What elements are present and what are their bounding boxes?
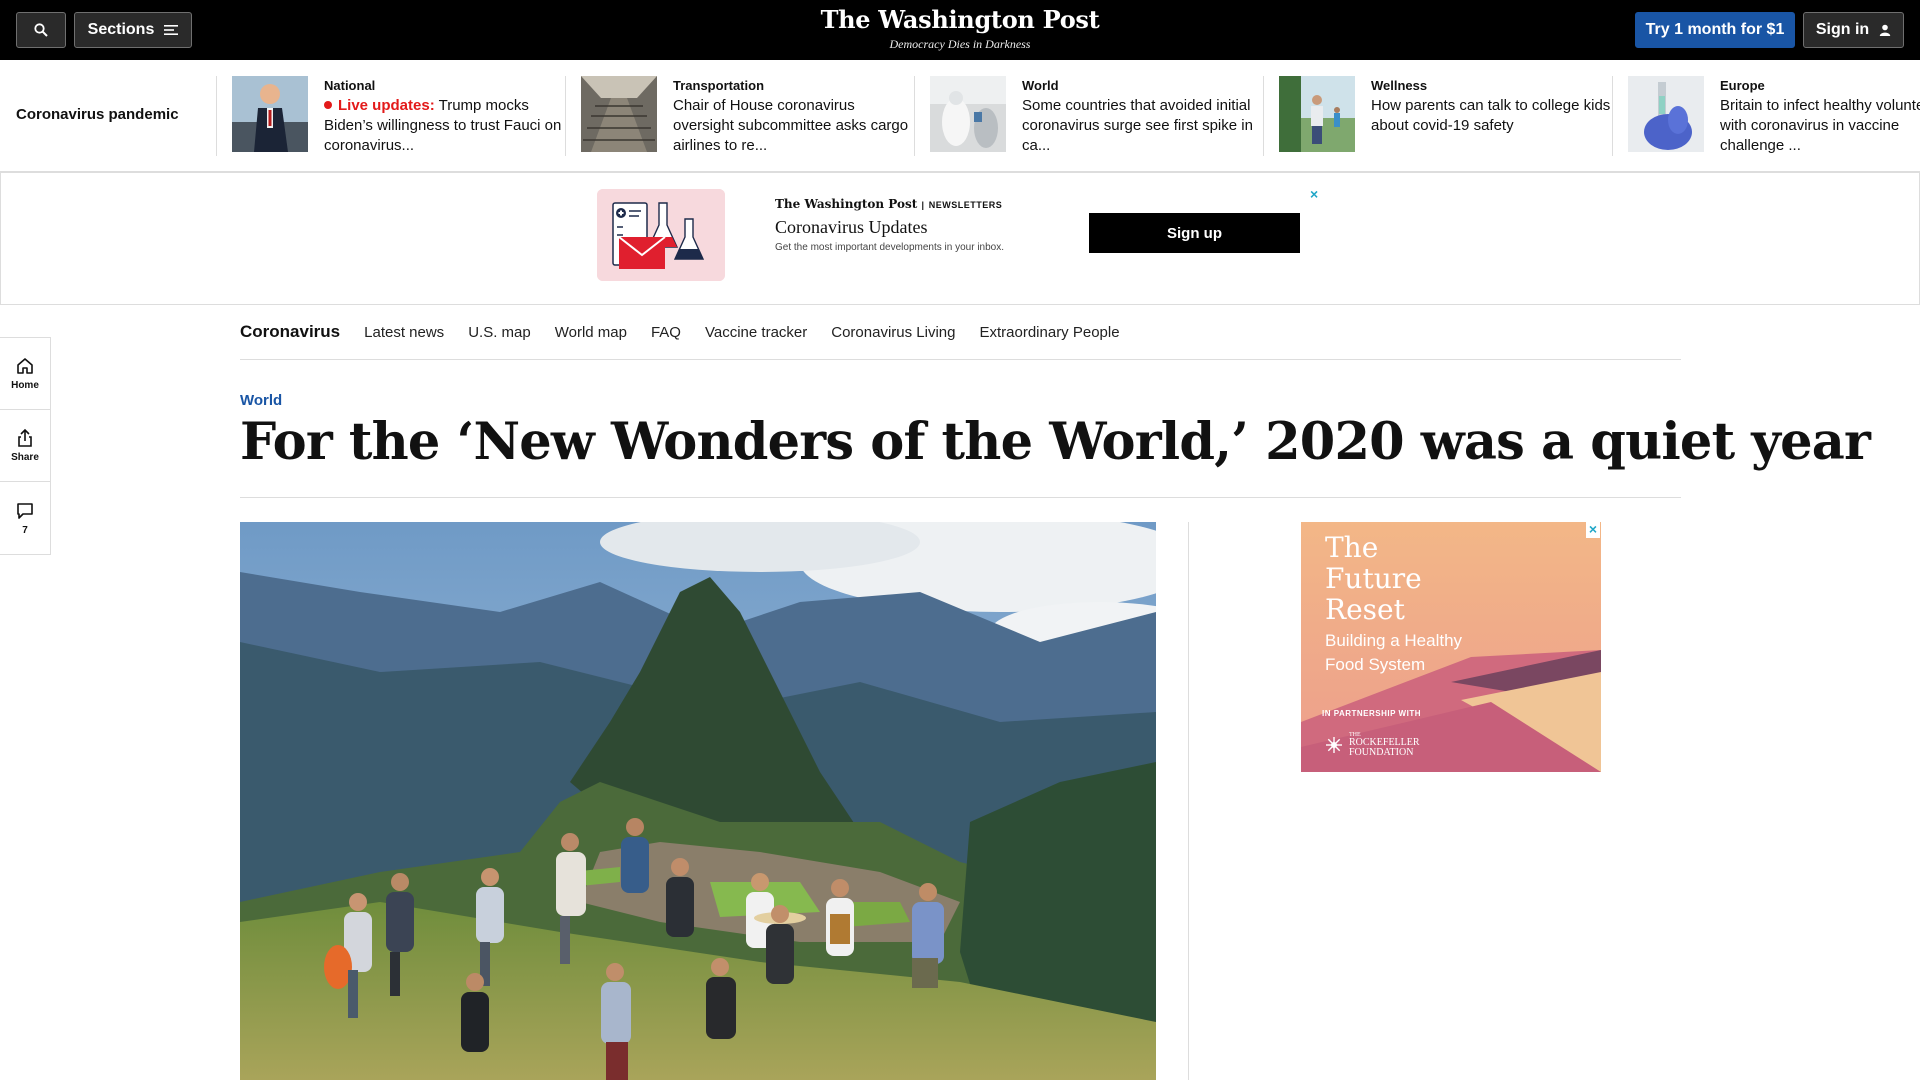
search-button[interactable] <box>16 12 66 48</box>
ad-title-line: The <box>1325 531 1379 564</box>
section-nav: Coronavirus Latest news U.S. map World m… <box>240 305 1681 360</box>
share-button[interactable]: Share <box>0 410 50 482</box>
section-nav-link[interactable]: Latest news <box>364 324 444 341</box>
subscribe-button[interactable]: Try 1 month for $1 <box>1635 12 1795 48</box>
section-nav-link[interactable]: Coronavirus Living <box>831 324 955 341</box>
strip-headline[interactable]: Britain to infect healthy volunteers wit… <box>1720 96 1920 156</box>
strip-headline[interactable]: Some countries that avoided initial coro… <box>1022 96 1262 156</box>
section-nav-link[interactable]: FAQ <box>651 324 681 341</box>
ad-title: The Future Reset <box>1325 532 1422 625</box>
newsletter-logo: The Washington Post | NEWSLETTERS <box>775 197 1003 211</box>
article-headline: For the ‘New Wonders of the World,’ 2020… <box>240 412 1871 472</box>
divider <box>240 497 1681 498</box>
comments-button[interactable]: 7 <box>0 482 50 554</box>
newsletter-title: Coronavirus Updates <box>775 217 928 237</box>
menu-icon <box>164 25 179 35</box>
section-nav-link[interactable]: World map <box>555 324 627 341</box>
section-nav-link[interactable]: U.S. map <box>468 324 531 341</box>
hero-image <box>240 522 1156 1080</box>
share-label: Share <box>11 452 39 463</box>
live-label: Live updates: <box>338 97 435 114</box>
sign-in-button[interactable]: Sign in <box>1803 12 1904 48</box>
article-kicker[interactable]: World <box>240 392 282 409</box>
strip-headline[interactable]: Chair of House coronavirus oversight sub… <box>673 96 913 156</box>
newsletter-description: Get the most important developments in y… <box>775 242 1005 253</box>
site-tagline: Democracy Dies in Darkness <box>889 37 1031 51</box>
section-nav-link[interactable]: Vaccine tracker <box>705 324 807 341</box>
divider <box>216 76 217 156</box>
close-icon[interactable]: × <box>1586 522 1600 538</box>
sponsored-ad[interactable]: The Future Reset Building a Healthy Food… <box>1301 522 1601 772</box>
close-icon[interactable]: × <box>1310 186 1318 202</box>
subscribe-label: Try 1 month for $1 <box>1645 21 1785 38</box>
section-nav-title[interactable]: Coronavirus <box>240 322 340 342</box>
share-icon <box>18 428 32 447</box>
divider <box>914 76 915 156</box>
coronavirus-strip: Coronavirus pandemic National Live updat… <box>0 60 1920 172</box>
thumbnail-image[interactable] <box>232 76 308 152</box>
comments-count: 7 <box>22 524 28 536</box>
section-nav-link[interactable]: Extraordinary People <box>979 324 1119 341</box>
ad-partnership: IN PARTNERSHIP WITH <box>1322 709 1421 718</box>
site-logo[interactable]: The Washington Post <box>760 5 1160 34</box>
newsletter-signup-button[interactable]: Sign up <box>1089 213 1300 253</box>
ad-subtitle: Building a Healthy Food System <box>1325 629 1462 677</box>
sections-label: Sections <box>87 21 155 38</box>
live-dot <box>324 101 332 109</box>
thumbnail-image[interactable] <box>581 76 657 152</box>
sections-button[interactable]: Sections <box>74 12 192 48</box>
side-rail: Home Share 7 <box>0 337 51 555</box>
sponsor-name: FOUNDATION <box>1349 747 1414 758</box>
thumbnail-image[interactable] <box>930 76 1006 152</box>
sponsor-logo: THE ROCKEFELLER FOUNDATION <box>1325 732 1420 758</box>
ad-subtitle-line: Building a Healthy <box>1325 631 1463 650</box>
home-button[interactable]: Home <box>0 338 50 410</box>
home-icon <box>17 358 33 374</box>
strip-kicker[interactable]: World <box>1022 78 1262 93</box>
divider <box>1263 76 1264 156</box>
strip-label[interactable]: Coronavirus pandemic <box>16 106 179 123</box>
strip-headline[interactable]: How parents can talk to college kids abo… <box>1371 96 1611 136</box>
newsletter-logo-text: The Washington Post <box>775 197 918 211</box>
newsletter-illustration <box>597 189 725 281</box>
strip-kicker[interactable]: National <box>324 78 564 93</box>
thumbnail-image[interactable] <box>1279 76 1355 152</box>
top-bar: Sections The Washington Post Democracy D… <box>0 0 1920 60</box>
strip-kicker[interactable]: Wellness <box>1371 78 1611 93</box>
newsletter-ad: The Washington Post | NEWSLETTERS Corona… <box>0 172 1920 305</box>
thumbnail-image[interactable] <box>1628 76 1704 152</box>
column-divider <box>1188 522 1189 1080</box>
ad-title-line: Future <box>1325 562 1422 595</box>
home-label: Home <box>11 380 39 391</box>
strip-kicker[interactable]: Europe <box>1720 78 1920 93</box>
strip-kicker[interactable]: Transportation <box>673 78 913 93</box>
strip-headline[interactable]: Live updates: Trump mocks Biden’s willin… <box>324 96 564 156</box>
divider <box>565 76 566 156</box>
user-icon <box>1879 24 1891 36</box>
search-icon <box>34 23 48 37</box>
ad-title-line: Reset <box>1325 593 1405 626</box>
newsletter-logo-sub: NEWSLETTERS <box>928 200 1003 210</box>
masthead[interactable]: The Washington Post Democracy Dies in Da… <box>760 5 1160 52</box>
ad-subtitle-line: Food System <box>1325 655 1426 674</box>
rockefeller-logo-icon <box>1326 737 1342 753</box>
divider <box>1612 76 1613 156</box>
comment-icon <box>17 502 33 519</box>
sign-in-label: Sign in <box>1815 21 1870 38</box>
